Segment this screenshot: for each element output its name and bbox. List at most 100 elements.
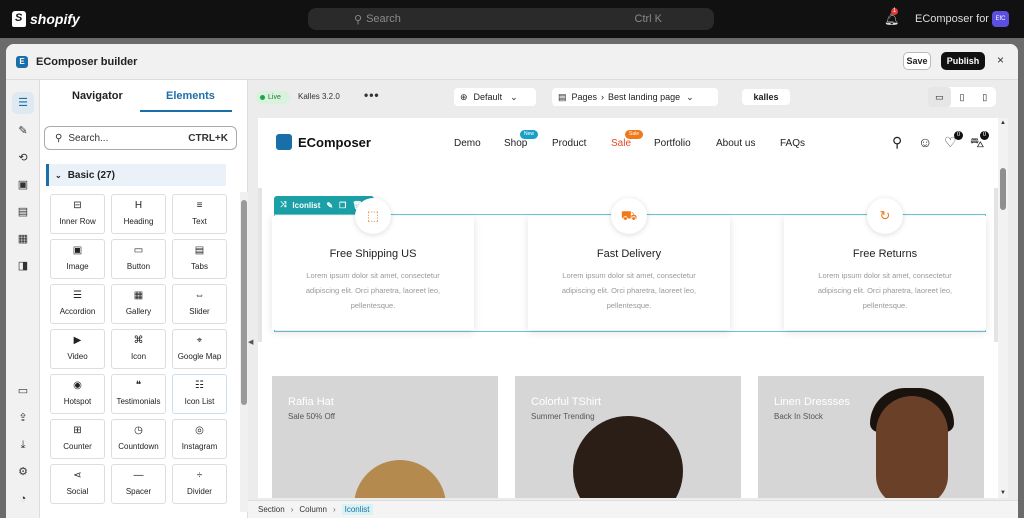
theme-badge[interactable]: kalles bbox=[742, 89, 790, 105]
menu-shop[interactable]: Shop bbox=[504, 138, 527, 149]
element-slider[interactable]: ⇔ Slider bbox=[172, 284, 227, 324]
iconlist-item-title: Fast Delivery bbox=[596, 248, 662, 260]
element-icon[interactable]: ⌘ Icon bbox=[111, 329, 166, 369]
shopify-logo[interactable]: shopify bbox=[12, 11, 80, 27]
brush-icon[interactable]: ✎ bbox=[12, 120, 34, 142]
element-heading[interactable]: H Heading bbox=[111, 194, 166, 234]
box-icon[interactable]: ▤ bbox=[12, 201, 34, 223]
iconlist-item-title: Free Shipping US bbox=[329, 248, 417, 260]
history-icon[interactable]: ⟲ bbox=[12, 147, 34, 169]
element-label: Icon bbox=[130, 352, 147, 361]
menu-about[interactable]: About us bbox=[716, 138, 755, 149]
move-icon[interactable]: ⤨ bbox=[280, 200, 286, 210]
publish-button[interactable]: Publish bbox=[941, 52, 985, 70]
banner-subtitle: Sale 50% Off bbox=[288, 412, 335, 421]
element-text[interactable]: ≡ Text bbox=[172, 194, 227, 234]
menu-demo[interactable]: Demo bbox=[454, 138, 481, 149]
panel-scrollbar[interactable] bbox=[240, 192, 248, 512]
breadcrumb-column[interactable]: Column bbox=[299, 505, 327, 514]
close-icon[interactable]: × bbox=[997, 53, 1004, 67]
more-options-icon[interactable]: ••• bbox=[364, 88, 380, 102]
iconlist-section[interactable]: ⤨ Iconlist ✎ ❐ 🗑︎ ⬚Free Shipping USLorem… bbox=[258, 188, 998, 342]
tab-navigator[interactable]: Navigator bbox=[72, 90, 123, 102]
element-label: Inner Row bbox=[59, 217, 96, 226]
scroll-up-icon[interactable]: ▲ bbox=[1000, 120, 1006, 126]
element-label: Icon List bbox=[184, 397, 215, 406]
element-image[interactable]: ▣ Image bbox=[50, 239, 105, 279]
menu-sale[interactable]: Sale bbox=[611, 138, 631, 149]
product-banner-linen[interactable]: Linen Dressses Back In Stock bbox=[758, 376, 984, 498]
iconlist-item[interactable]: ⬚ Free Shipping US Lorem ipsum dolor sit a… bbox=[272, 198, 474, 330]
element-tabs[interactable]: ▤ Tabs bbox=[172, 239, 227, 279]
element-hotspot[interactable]: ◉ Hotspot bbox=[50, 374, 105, 414]
element-spacer[interactable]: — Spacer bbox=[111, 464, 166, 504]
element-gallery[interactable]: ▦ Gallery bbox=[111, 284, 166, 324]
layers-icon[interactable]: ☰ bbox=[12, 92, 34, 114]
tablet-icon[interactable]: ▯ bbox=[951, 87, 974, 107]
element-instagram[interactable]: ◎ Instagram bbox=[172, 419, 227, 459]
element-inner-row[interactable]: ⊟ Inner Row bbox=[50, 194, 105, 234]
iconlist-item[interactable]: ↻ Free Returns Lorem ipsum dolor sit amet,… bbox=[784, 198, 986, 330]
duplicate-icon[interactable]: ❐ bbox=[339, 201, 346, 210]
global-search[interactable]: ⚲ Search Ctrl K bbox=[308, 8, 714, 30]
chat-icon[interactable]: ◔ bbox=[12, 488, 34, 510]
element-label: Video bbox=[67, 352, 88, 361]
desktop-icon[interactable]: ▭ bbox=[928, 87, 951, 107]
element-button[interactable]: ▭ Button bbox=[111, 239, 166, 279]
panel-scrollbar-thumb[interactable] bbox=[241, 200, 247, 405]
scroll-down-icon[interactable]: ▼ bbox=[1000, 490, 1006, 496]
canvas-scrollbar[interactable]: ▲ ▼ bbox=[998, 118, 1008, 498]
breadcrumb-iconlist[interactable]: Iconlist bbox=[341, 504, 373, 515]
edit-icon[interactable]: ✎ bbox=[326, 201, 333, 210]
product-banner-tshirt[interactable]: Colorful TShirt Summer Trending bbox=[515, 376, 741, 498]
element-label: Gallery bbox=[125, 307, 152, 316]
bell-icon[interactable]: 🔔︎ 1 bbox=[884, 8, 899, 26]
element-label: Divider bbox=[187, 487, 212, 496]
page-select[interactable]: ▤ Pages › Best landing page ⌄ bbox=[552, 88, 718, 106]
element-google-map[interactable]: ⌖ Google Map bbox=[172, 329, 227, 369]
breadcrumb-section[interactable]: Section bbox=[258, 505, 285, 514]
elements-search-input[interactable]: ⚲ Search... CTRL+K bbox=[44, 126, 237, 150]
product-banner-hat[interactable]: Rafia Hat Sale 50% Off bbox=[272, 376, 498, 498]
settings-icon[interactable]: ⚙ bbox=[12, 461, 34, 483]
element-social[interactable]: ⋖ Social bbox=[50, 464, 105, 504]
mobile-icon[interactable]: ▯ bbox=[973, 87, 996, 107]
refresh-icon: ↻ bbox=[867, 198, 903, 234]
element-label: Tabs bbox=[191, 262, 208, 271]
element-icon: ⊞ bbox=[73, 425, 82, 436]
element-video[interactable]: ▶ Video bbox=[50, 329, 105, 369]
tab-elements[interactable]: Elements bbox=[166, 90, 215, 102]
site-logo[interactable]: EComposer bbox=[276, 134, 371, 150]
shopify-brand: shopify bbox=[30, 11, 80, 27]
device-switcher: ▭ ▯ ▯ bbox=[928, 87, 996, 107]
canvas-scrollbar-thumb[interactable] bbox=[1000, 168, 1006, 210]
element-counter[interactable]: ⊞ Counter bbox=[50, 419, 105, 459]
element-divider[interactable]: ÷ Divider bbox=[172, 464, 227, 504]
menu-faqs[interactable]: FAQs bbox=[780, 138, 805, 149]
menu-product[interactable]: Product bbox=[552, 138, 586, 149]
clipboard-icon[interactable]: ▣ bbox=[12, 174, 34, 196]
download-icon[interactable]: ⤓ bbox=[12, 434, 34, 456]
save-button[interactable]: Save bbox=[903, 52, 931, 70]
search-icon: ⚲ bbox=[55, 132, 63, 144]
language-select[interactable]: ⊕ Default ⌄ bbox=[454, 88, 536, 106]
collapse-panel-icon[interactable]: ◀ bbox=[248, 338, 254, 352]
search-icon[interactable]: ⚲ bbox=[892, 134, 902, 151]
element-icon-list[interactable]: ☷ Icon List bbox=[172, 374, 227, 414]
model-face-image bbox=[876, 396, 948, 498]
apps-icon[interactable]: ▦ bbox=[12, 228, 34, 250]
element-label: Slider bbox=[189, 307, 210, 316]
element-testimonials[interactable]: ❝ Testimonials bbox=[111, 374, 166, 414]
cart-count: 0 bbox=[980, 131, 989, 140]
menu-portfolio[interactable]: Portfolio bbox=[654, 138, 691, 149]
basic-group-header[interactable]: ⌄ Basic (27) bbox=[46, 164, 226, 186]
user-icon[interactable]: ☺ bbox=[918, 134, 932, 150]
page-icon[interactable]: ◨ bbox=[12, 255, 34, 277]
upload-icon[interactable]: ⇪ bbox=[12, 407, 34, 429]
iconlist-item[interactable]: ⛟ Fast Delivery Lorem ipsum dolor sit amet… bbox=[528, 198, 730, 330]
element-accordion[interactable]: ☰ Accordion bbox=[50, 284, 105, 324]
element-countdown[interactable]: ◷ Countdown bbox=[111, 419, 166, 459]
avatar[interactable]: EfC bbox=[992, 11, 1009, 27]
folder-icon[interactable]: ▭ bbox=[12, 380, 34, 402]
search-shortcut: Ctrl K bbox=[634, 13, 663, 25]
